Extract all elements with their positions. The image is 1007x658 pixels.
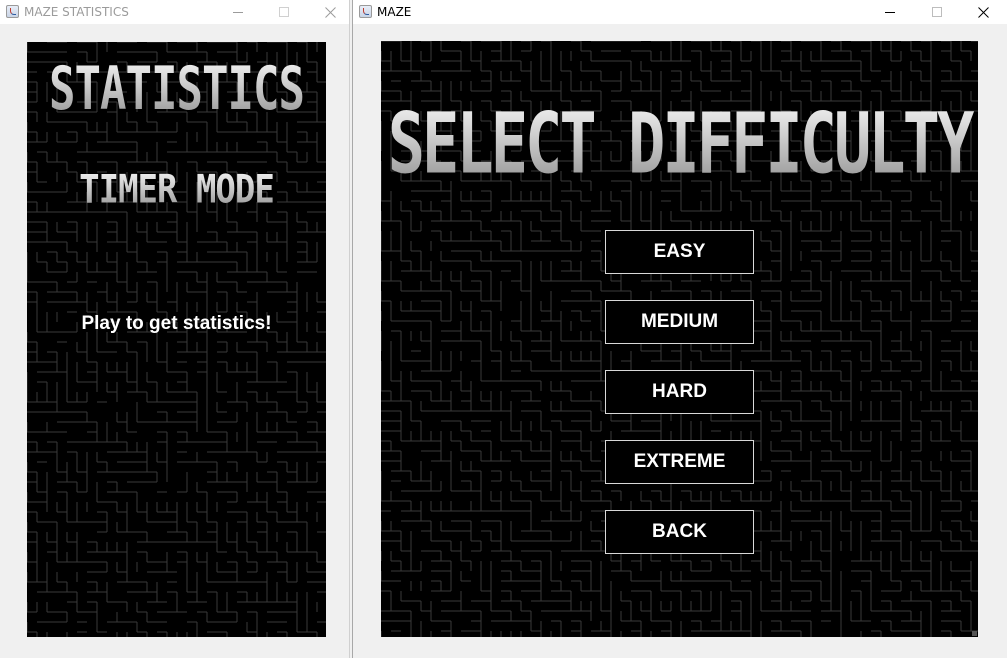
close-icon[interactable] [307, 0, 353, 24]
statistics-window: MAZE STATISTICS STATISTICS TIMER MODE Pl… [0, 0, 350, 658]
back-button[interactable]: BACK [605, 510, 754, 554]
statistics-window-title: MAZE STATISTICS [24, 5, 129, 19]
easy-button[interactable]: EASY [605, 230, 754, 274]
mode-heading: TIMER MODE [27, 167, 326, 213]
maze-background [27, 42, 326, 637]
maze-window-title: MAZE [377, 5, 412, 19]
statistics-panel: STATISTICS TIMER MODE Play to get statis… [27, 42, 326, 637]
resize-grip[interactable] [972, 631, 977, 636]
maze-window: MAZE SELECT DIFFICULTY EASY MEDIUM HARD … [352, 0, 1007, 658]
extreme-button[interactable]: EXTREME [605, 440, 754, 484]
minimize-icon[interactable] [867, 0, 913, 24]
maximize-icon[interactable] [261, 0, 307, 24]
statistics-titlebar[interactable]: MAZE STATISTICS [0, 0, 349, 24]
maximize-icon[interactable] [914, 0, 960, 24]
maze-titlebar[interactable]: MAZE [353, 0, 1007, 24]
statistics-heading: STATISTICS [27, 55, 326, 124]
medium-button[interactable]: MEDIUM [605, 300, 754, 344]
statistics-message: Play to get statistics! [81, 313, 272, 334]
java-app-icon [359, 5, 372, 18]
minimize-icon[interactable] [215, 0, 261, 24]
hard-button[interactable]: HARD [605, 370, 754, 414]
close-icon[interactable] [960, 0, 1006, 24]
select-difficulty-heading: SELECT DIFFICULTY [381, 94, 978, 193]
java-app-icon [6, 5, 19, 18]
difficulty-panel: SELECT DIFFICULTY EASY MEDIUM HARD EXTRE… [381, 41, 978, 637]
